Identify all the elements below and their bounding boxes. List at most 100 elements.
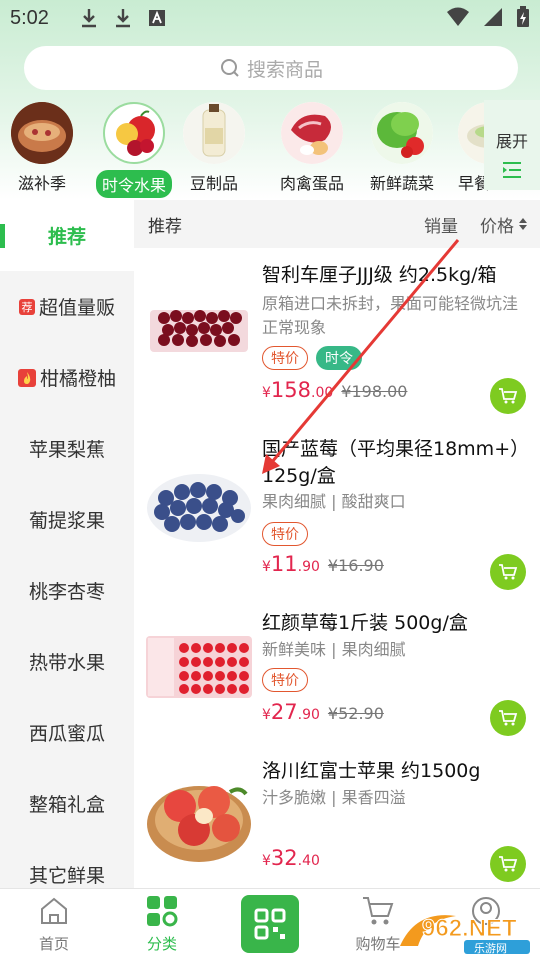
- special-price-tag: 特价: [262, 346, 308, 370]
- category-item-seasonal-fruit[interactable]: 时令水果: [92, 100, 176, 198]
- sidebar-item-label: 苹果梨蕉: [28, 439, 105, 461]
- cart-icon: [499, 710, 518, 726]
- price-decimal: .40: [297, 853, 320, 869]
- sidebar-item-stone-fruit[interactable]: 桃李杏枣: [0, 555, 134, 626]
- status-bar: 5:02: [0, 0, 540, 36]
- meat-egg-icon: [281, 102, 343, 164]
- sidebar-item-citrus[interactable]: 柑橘橙柚: [0, 342, 134, 413]
- search-placeholder: 搜索商品: [246, 58, 323, 81]
- add-to-cart-button[interactable]: [490, 378, 526, 414]
- add-to-cart-button[interactable]: [490, 554, 526, 590]
- signal-icon: [484, 8, 502, 26]
- blueberry-product-image: [147, 474, 251, 542]
- sort-arrows-icon: [519, 218, 527, 230]
- sidebar-item-berries[interactable]: 葡提浆果: [0, 484, 134, 555]
- category-item-soy[interactable]: 豆制品: [172, 100, 256, 194]
- recommend-badge: 荐: [18, 298, 35, 315]
- product-price: ¥ 158 .00 ¥198.00: [262, 378, 407, 402]
- seasonal-tag: 时令: [316, 346, 362, 370]
- expand-label: 展开: [495, 132, 528, 151]
- active-indicator: [0, 224, 5, 248]
- category-label: 肉禽蛋品: [279, 174, 344, 193]
- product-card[interactable]: 国产蓝莓（平均果径18mm+）125g/盒 果肉细腻 | 酸甜爽口 特价 ¥ 1…: [134, 426, 540, 600]
- product-description: 新鲜美味 | 果肉细腻: [262, 640, 406, 659]
- soup-bowl-icon: [11, 102, 73, 164]
- product-tags: 特价 时令: [262, 346, 362, 370]
- sidebar-item-label: 柑橘橙柚: [39, 368, 116, 390]
- category-item-tonic[interactable]: 滋补季: [0, 100, 84, 194]
- currency-symbol: ¥: [262, 385, 271, 401]
- cart-icon: [363, 897, 394, 925]
- price-decimal: .90: [297, 559, 320, 575]
- battery-icon: [517, 6, 529, 27]
- expand-categories-button[interactable]: 展开: [484, 100, 540, 190]
- category-item-vegetables[interactable]: 新鲜蔬菜: [360, 100, 444, 194]
- add-to-cart-button[interactable]: [490, 846, 526, 882]
- watermark-text: 962.NET: [422, 915, 517, 942]
- price-integer: 27: [270, 700, 298, 724]
- cherry-product-image: [150, 310, 248, 352]
- scan-button[interactable]: [241, 895, 299, 953]
- strawberry-product-image: [146, 636, 252, 698]
- sort-price-label: 价格: [480, 216, 514, 237]
- sidebar-item-recommend[interactable]: 推荐: [0, 200, 134, 271]
- sidebar-item-melons[interactable]: 西瓜蜜瓜: [0, 697, 134, 768]
- product-tags: 特价: [262, 522, 308, 546]
- nav-label: 首页: [38, 935, 69, 953]
- category-label: 新鲜蔬菜: [369, 174, 434, 193]
- nav-category[interactable]: 分类: [108, 889, 216, 960]
- soy-milk-icon: [183, 102, 245, 164]
- sort-sales[interactable]: 销量: [424, 212, 458, 237]
- product-title: 智利车厘子JJJ级 约2.5kg/箱: [262, 264, 497, 286]
- product-description: 原箱进口未拆封，果面可能轻微坑洼正常现象: [262, 294, 519, 337]
- sidebar-item-apple-pear-banana[interactable]: 苹果梨蕉: [0, 413, 134, 484]
- site-watermark: 962.NET 乐游网: [396, 906, 536, 956]
- product-price: ¥ 27 .90 ¥52.90: [262, 700, 384, 724]
- nav-label: 分类: [146, 935, 177, 953]
- currency-symbol: ¥: [262, 707, 271, 723]
- original-price: ¥52.90: [327, 704, 384, 723]
- special-price-tag: 特价: [262, 522, 308, 546]
- nav-home[interactable]: 首页: [0, 889, 108, 960]
- search-input[interactable]: 搜索商品: [24, 46, 518, 90]
- download-icon: [81, 9, 96, 28]
- currency-symbol: ¥: [262, 559, 271, 575]
- vegetable-icon: [371, 102, 433, 164]
- home-icon: [41, 897, 67, 924]
- app-notification-icon: [148, 10, 165, 26]
- product-card[interactable]: 智利车厘子JJJ级 约2.5kg/箱 原箱进口未拆封，果面可能轻微坑洼正常现象 …: [134, 252, 540, 426]
- product-title: 国产蓝莓（平均果径18mm+）125g/盒: [262, 438, 530, 487]
- cart-icon: [499, 388, 518, 404]
- sort-recommend[interactable]: 推荐: [148, 212, 182, 237]
- watermark-subtext: 乐游网: [474, 942, 507, 955]
- download-icon: [115, 9, 130, 28]
- status-time: 5:02: [10, 6, 49, 29]
- price-decimal: .90: [297, 707, 320, 723]
- sidebar-item-gift-box[interactable]: 整箱礼盒: [0, 768, 134, 839]
- original-price: ¥198.00: [341, 382, 408, 401]
- add-to-cart-button[interactable]: [490, 700, 526, 736]
- category-item-meat-egg[interactable]: 肉禽蛋品: [270, 100, 354, 194]
- sidebar-item-tropical[interactable]: 热带水果: [0, 626, 134, 697]
- sort-price[interactable]: 价格: [480, 212, 528, 237]
- product-price: ¥ 32 .40: [262, 846, 320, 870]
- price-integer: 11: [270, 552, 298, 576]
- product-title: 洛川红富士苹果 约1500g: [262, 760, 481, 782]
- apple-product-image: [147, 786, 251, 862]
- original-price: ¥16.90: [327, 556, 384, 575]
- sidebar-item-label: 推荐: [47, 226, 86, 248]
- product-price: ¥ 11 .90 ¥16.90: [262, 552, 384, 576]
- wifi-icon: [447, 7, 469, 26]
- price-integer: 32: [270, 846, 298, 870]
- special-price-tag: 特价: [262, 668, 308, 692]
- category-carousel: 滋补季 时令水果 豆制品 肉禽蛋品 新鲜蔬菜 早餐: [0, 100, 540, 200]
- category-label: 豆制品: [189, 174, 238, 193]
- sidebar-item-other[interactable]: 其它鲜果: [0, 839, 134, 888]
- category-label: 时令水果: [95, 170, 172, 198]
- category-sidebar: 推荐 荐 超值量贩 柑橘橙柚 苹果梨蕉 葡提浆果 桃李杏枣 热带水果 西瓜蜜瓜 …: [0, 200, 134, 888]
- sidebar-item-label: 桃李杏枣: [28, 581, 105, 603]
- fruit-icon: [103, 102, 165, 164]
- sidebar-item-value-pack[interactable]: 荐 超值量贩: [0, 271, 134, 342]
- sidebar-item-label: 葡提浆果: [28, 510, 105, 532]
- price-decimal: .00: [311, 385, 334, 401]
